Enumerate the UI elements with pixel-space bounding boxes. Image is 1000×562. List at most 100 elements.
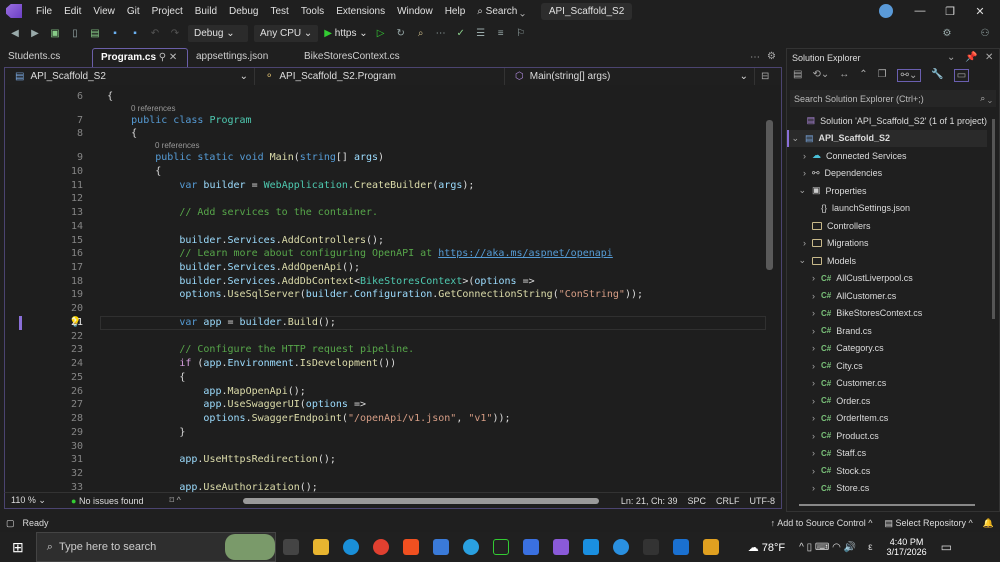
indent-icon[interactable]: ≡ bbox=[494, 26, 508, 40]
expand-chevron-icon[interactable]: › bbox=[787, 431, 821, 441]
horizontal-scrollbar[interactable] bbox=[243, 498, 599, 504]
tree-item[interactable]: › ☁ Connected Services bbox=[787, 147, 987, 164]
hot-reload-icon[interactable]: ↻ bbox=[394, 26, 408, 40]
add-to-source-control-button[interactable]: ↑ Add to Source Control ^ bbox=[771, 518, 873, 528]
tree-item[interactable]: › C# Stock.cs bbox=[787, 462, 987, 479]
app-icon[interactable] bbox=[522, 539, 539, 555]
app-icon-4[interactable] bbox=[702, 539, 719, 555]
cursor-position[interactable]: Ln: 21, Ch: 39 bbox=[621, 496, 678, 506]
run-button[interactable]: ▶ https ⌄ bbox=[324, 28, 367, 39]
split-editor-icon[interactable]: ⊟ bbox=[761, 71, 769, 82]
tree-item[interactable]: › C# Store.cs bbox=[787, 480, 987, 497]
tree-item[interactable]: › C# BikeStoresContext.cs bbox=[787, 305, 987, 322]
edge-icon[interactable] bbox=[342, 539, 359, 555]
menu-git[interactable]: Git bbox=[121, 6, 146, 17]
pin-icon[interactable]: 📌 bbox=[965, 52, 977, 63]
configuration-dropdown[interactable]: Debug ⌄ bbox=[188, 24, 248, 42]
tree-item[interactable]: ⌄ ▤ API_Scaffold_S2 bbox=[787, 129, 987, 147]
project-dropdown[interactable]: ▤ API_Scaffold_S2 ⌄ bbox=[5, 68, 255, 85]
expand-chevron-icon[interactable]: ⌄ bbox=[787, 185, 812, 196]
collapse-all-icon[interactable]: ⌃ bbox=[859, 69, 867, 82]
menu-window[interactable]: Window bbox=[391, 6, 439, 17]
copilot-icon[interactable]: ⚙ bbox=[940, 26, 954, 40]
undo-icon[interactable]: ↶ bbox=[148, 26, 162, 40]
back-icon[interactable]: ◀ bbox=[8, 26, 22, 40]
tree-item[interactable]: › C# Category.cs bbox=[787, 340, 987, 357]
tab-appsettings-json[interactable]: appsettings.json bbox=[188, 48, 296, 67]
tree-item[interactable]: › Migrations bbox=[787, 235, 987, 252]
store-icon[interactable] bbox=[432, 539, 449, 555]
menu-tools[interactable]: Tools bbox=[295, 6, 330, 17]
menu-help[interactable]: Help bbox=[439, 6, 472, 17]
menu-extensions[interactable]: Extensions bbox=[330, 6, 391, 17]
brave-icon[interactable] bbox=[402, 539, 419, 555]
tree-item[interactable]: › C# Product.cs bbox=[787, 427, 987, 444]
tree-item[interactable]: › C# Staff.cs bbox=[787, 445, 987, 462]
tree-item[interactable]: ⌄ Models bbox=[787, 252, 987, 269]
tree-item[interactable]: › C# City.cs bbox=[787, 357, 987, 374]
code-link[interactable]: https://aka.ms/aspnet/openapi bbox=[438, 248, 613, 259]
dropdown-icon[interactable]: ⌄ bbox=[947, 52, 955, 63]
expand-chevron-icon[interactable]: ⌄ bbox=[787, 255, 812, 266]
tree-item[interactable]: {} launchSettings.json bbox=[787, 200, 987, 217]
tab-bikestorescontext-cs[interactable]: BikeStoresContext.cs bbox=[296, 48, 400, 67]
forward-icon[interactable]: ▶ bbox=[28, 26, 42, 40]
expand-chevron-icon[interactable]: › bbox=[787, 361, 821, 371]
tab-students-cs[interactable]: Students.cs bbox=[0, 48, 92, 67]
tree-item[interactable]: Controllers bbox=[787, 217, 987, 234]
new-project-icon[interactable]: ▣ bbox=[48, 26, 62, 40]
chrome-icon[interactable] bbox=[372, 539, 389, 555]
expand-chevron-icon[interactable]: › bbox=[787, 273, 821, 283]
expand-chevron-icon[interactable]: › bbox=[787, 308, 821, 318]
expand-chevron-icon[interactable]: › bbox=[787, 483, 821, 493]
member-dropdown[interactable]: ⬡ Main(string[] args) ⌄ bbox=[505, 68, 755, 85]
issues-indicator[interactable]: ● No issues found bbox=[71, 496, 144, 506]
menu-build[interactable]: Build bbox=[189, 6, 223, 17]
sync-icon[interactable]: ↔ bbox=[839, 69, 849, 82]
tree-item[interactable]: › C# AllCustomer.cs bbox=[787, 287, 987, 304]
file-explorer-icon[interactable] bbox=[312, 539, 329, 555]
tree-item[interactable]: › C# Customer.cs bbox=[787, 375, 987, 392]
expand-chevron-icon[interactable]: › bbox=[787, 291, 821, 301]
expand-chevron-icon[interactable]: › bbox=[787, 168, 812, 178]
tree-scrollbar[interactable] bbox=[992, 119, 995, 319]
tree-item[interactable]: › C# Order.cs bbox=[787, 392, 987, 409]
menu-test[interactable]: Test bbox=[264, 6, 294, 17]
expand-chevron-icon[interactable]: ⌄ bbox=[789, 133, 805, 144]
tree-item[interactable]: › C# OrderItem.cs bbox=[787, 410, 987, 427]
windows-start-icon[interactable]: ⊞ bbox=[12, 539, 24, 556]
expand-chevron-icon[interactable]: › bbox=[787, 343, 821, 353]
more-icon[interactable]: ⋯ bbox=[434, 26, 448, 40]
comment-icon[interactable]: ☰ bbox=[474, 26, 488, 40]
line-ending[interactable]: CRLF bbox=[716, 496, 740, 506]
tree-item[interactable]: ⌄ ▣ Properties bbox=[787, 182, 987, 199]
app-icon-3[interactable] bbox=[672, 539, 689, 555]
switch-views-icon[interactable]: ▤ bbox=[793, 69, 802, 82]
notification-icon[interactable]: ▢ bbox=[6, 518, 15, 529]
save-all-icon[interactable]: ▪ bbox=[128, 26, 142, 40]
tree-item[interactable]: › C# AllCustLiverpool.cs bbox=[787, 270, 987, 287]
show-all-files-icon[interactable]: ❐ bbox=[878, 69, 887, 82]
clion-icon[interactable] bbox=[492, 539, 509, 555]
close-panel-icon[interactable]: ✕ bbox=[985, 52, 993, 63]
clock[interactable]: 4:40 PM 3/17/2026 bbox=[887, 537, 927, 557]
notification-center-icon[interactable]: ▭ bbox=[941, 540, 952, 554]
menu-edit[interactable]: Edit bbox=[58, 6, 87, 17]
zoom-dropdown[interactable]: 110 % ⌄ bbox=[11, 495, 71, 506]
tree-item[interactable]: › ⚯ Dependencies bbox=[787, 165, 987, 182]
expand-chevron-icon[interactable]: › bbox=[787, 448, 821, 458]
encoding[interactable]: UTF-8 bbox=[750, 496, 776, 506]
menu-view[interactable]: View bbox=[87, 6, 121, 17]
preview-icon[interactable]: ▭ bbox=[953, 69, 970, 82]
tab-program-cs[interactable]: Program.cs ⚲ ✕ bbox=[92, 48, 188, 67]
system-tray-icons[interactable]: ^ ▯ ⌨ ◠ 🔊 bbox=[799, 542, 856, 553]
expand-chevron-icon[interactable]: › bbox=[787, 378, 821, 388]
expand-chevron-icon[interactable]: › bbox=[787, 238, 812, 248]
solution-search-input[interactable]: Search Solution Explorer (Ctrl+;) ⌕ ⌄ bbox=[790, 90, 996, 107]
menu-debug[interactable]: Debug bbox=[223, 6, 264, 17]
expand-chevron-icon[interactable]: › bbox=[787, 466, 821, 476]
new-file-icon[interactable]: ▯ bbox=[68, 26, 82, 40]
visual-studio-taskbar-icon[interactable] bbox=[552, 539, 569, 555]
codelens-references[interactable]: 0 references bbox=[155, 141, 199, 150]
open-icon[interactable]: ▤ bbox=[88, 26, 102, 40]
